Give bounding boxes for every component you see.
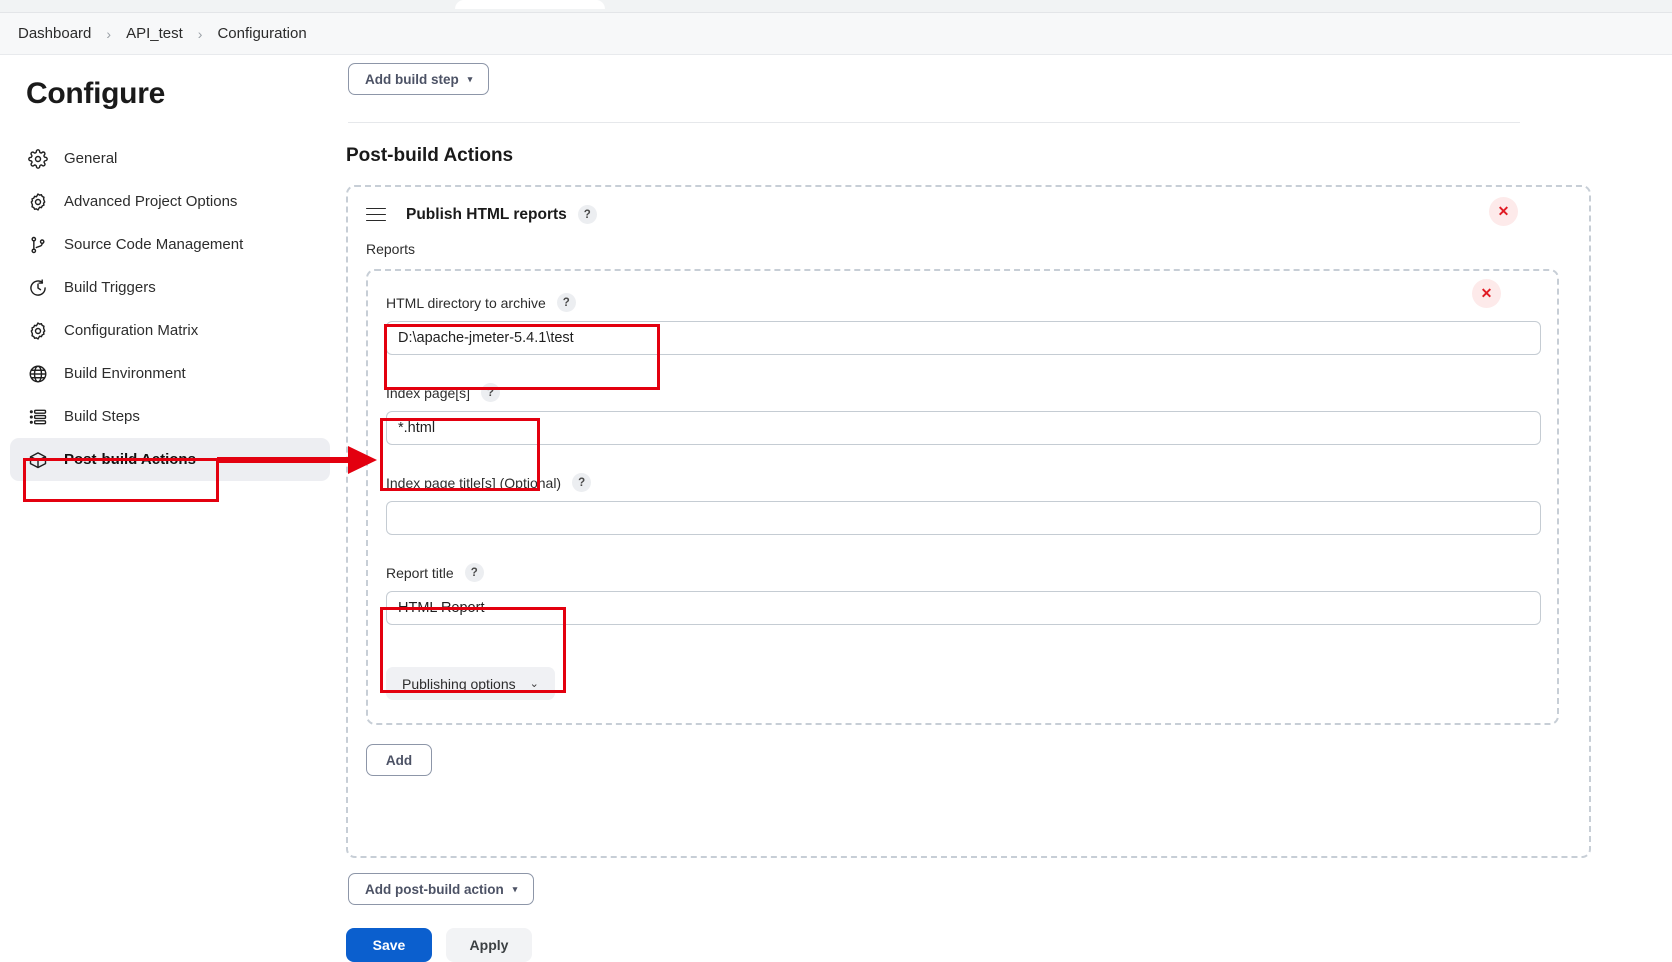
section-heading: Post-build Actions <box>346 145 514 166</box>
list-icon <box>26 405 50 429</box>
field-label-text: HTML directory to archive <box>386 294 546 311</box>
field-label: Index page title[s] (Optional) ? <box>386 473 1541 492</box>
sidebar-item-build-environment[interactable]: Build Environment <box>10 352 330 395</box>
help-icon[interactable]: ? <box>481 383 501 402</box>
report-entry-card: ✕ HTML directory to archive ? Index page… <box>366 269 1559 725</box>
gear-outline-icon <box>26 190 50 214</box>
sidebar-item-build-triggers[interactable]: Build Triggers <box>10 266 330 309</box>
sidebar-item-advanced-project-options[interactable]: Advanced Project Options <box>10 180 330 223</box>
breadcrumb-item-api-test[interactable]: API_test <box>124 25 185 42</box>
browser-tab[interactable] <box>455 0 605 9</box>
gear-outline-icon <box>26 319 50 343</box>
sidebar-item-label: Build Environment <box>64 365 186 382</box>
sidebar-nav-list: General Advanced Project Options Source … <box>10 137 330 481</box>
page-title: Configure <box>26 77 165 110</box>
add-post-build-action-label: Add post-build action <box>365 881 504 897</box>
breadcrumb: Dashboard › API_test › Configuration <box>0 13 1672 55</box>
sidebar-item-label: Advanced Project Options <box>64 193 238 210</box>
html-directory-input[interactable] <box>386 321 1541 355</box>
breadcrumb-separator-icon: › <box>106 25 112 42</box>
package-icon <box>26 448 50 472</box>
globe-icon <box>26 362 50 386</box>
add-post-build-action-button[interactable]: Add post-build action ▾ <box>348 873 535 905</box>
help-icon[interactable]: ? <box>556 293 576 312</box>
remove-publisher-button[interactable]: ✕ <box>1489 197 1518 226</box>
field-index-pages: Index page[s] ? <box>386 383 1541 445</box>
help-icon[interactable]: ? <box>572 473 592 492</box>
add-build-step-button[interactable]: Add build step ▾ <box>348 63 490 95</box>
sidebar-item-label: Post-build Actions <box>64 451 196 468</box>
apply-button[interactable]: Apply <box>446 928 532 962</box>
help-icon[interactable]: ? <box>577 205 597 224</box>
chevron-down-icon: ▾ <box>512 883 518 894</box>
breadcrumb-separator-icon: › <box>197 25 203 42</box>
clock-icon <box>26 276 50 300</box>
sidebar-item-label: Build Steps <box>64 408 140 425</box>
field-label: HTML directory to archive ? <box>386 293 1541 312</box>
card-header: Publish HTML reports ? <box>366 205 597 224</box>
sidebar-item-label: Source Code Management <box>64 236 244 253</box>
git-branch-icon <box>26 233 50 257</box>
field-index-page-titles: Index page title[s] (Optional) ? <box>386 473 1541 535</box>
drag-handle-icon[interactable] <box>366 207 386 222</box>
field-html-directory: HTML directory to archive ? <box>386 293 1541 355</box>
sidebar-item-source-code-management[interactable]: Source Code Management <box>10 223 330 266</box>
section-divider <box>348 122 1520 123</box>
post-build-action-card: Publish HTML reports ? ✕ Reports ✕ HTML … <box>346 185 1591 858</box>
gear-icon <box>26 147 50 171</box>
index-page-titles-input[interactable] <box>386 501 1541 535</box>
card-title: Publish HTML reports <box>406 205 567 223</box>
index-pages-input[interactable] <box>386 411 1541 445</box>
chevron-down-icon: ⌄ <box>529 678 539 690</box>
sidebar-item-label: Configuration Matrix <box>64 322 199 339</box>
report-title-input[interactable] <box>386 591 1541 625</box>
save-button[interactable]: Save <box>346 928 432 962</box>
chevron-down-icon: ▾ <box>467 73 473 84</box>
breadcrumb-item-dashboard[interactable]: Dashboard <box>16 25 93 42</box>
field-label-text: Report title <box>386 564 454 581</box>
field-label: Report title ? <box>386 563 1541 582</box>
field-label-text: Index page[s] <box>386 384 471 401</box>
breadcrumb-item-configuration[interactable]: Configuration <box>215 25 308 42</box>
reports-label: Reports <box>366 241 416 257</box>
browser-chrome-strip <box>0 0 1672 13</box>
sidebar-item-post-build-actions[interactable]: Post-build Actions <box>10 438 330 481</box>
sidebar: Configure General Advanced Project Optio… <box>0 55 340 943</box>
sidebar-item-label: General <box>64 150 118 167</box>
help-icon[interactable]: ? <box>464 563 484 582</box>
publishing-options-button[interactable]: Publishing options ⌄ <box>386 667 555 700</box>
add-build-step-label: Add build step <box>365 71 459 87</box>
publishing-options-label: Publishing options <box>402 675 516 692</box>
field-report-title: Report title ? <box>386 563 1541 625</box>
field-label: Index page[s] ? <box>386 383 1541 402</box>
sidebar-item-build-steps[interactable]: Build Steps <box>10 395 330 438</box>
main-content: Add build step ▾ Post-build Actions Publ… <box>340 55 1672 943</box>
sidebar-item-general[interactable]: General <box>10 137 330 180</box>
sidebar-item-configuration-matrix[interactable]: Configuration Matrix <box>10 309 330 352</box>
add-report-button[interactable]: Add <box>366 744 432 776</box>
field-label-text: Index page title[s] (Optional) <box>386 474 562 491</box>
sidebar-item-label: Build Triggers <box>64 279 156 296</box>
